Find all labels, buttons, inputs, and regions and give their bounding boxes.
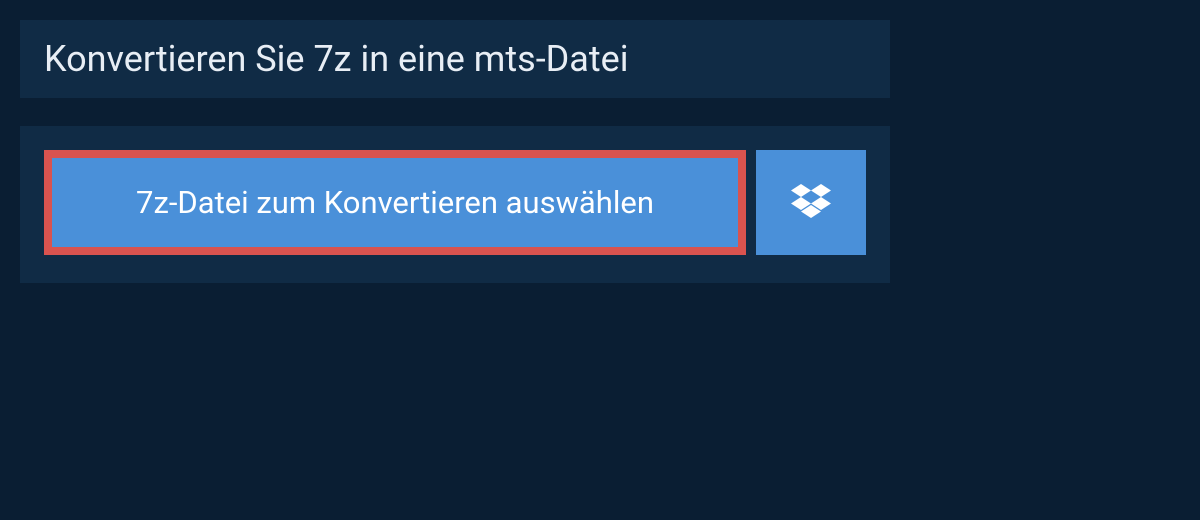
dropbox-button[interactable] bbox=[756, 150, 866, 255]
dropbox-icon bbox=[791, 184, 831, 222]
select-file-button[interactable]: 7z-Datei zum Konvertieren auswählen bbox=[44, 150, 746, 255]
title-panel: Konvertieren Sie 7z in eine mts-Datei bbox=[20, 20, 890, 98]
upload-panel: 7z-Datei zum Konvertieren auswählen bbox=[20, 126, 890, 283]
select-file-label: 7z-Datei zum Konvertieren auswählen bbox=[136, 184, 654, 221]
title-bar: Konvertieren Sie 7z in eine mts-Datei bbox=[20, 20, 890, 98]
page-title: Konvertieren Sie 7z in eine mts-Datei bbox=[44, 38, 866, 80]
